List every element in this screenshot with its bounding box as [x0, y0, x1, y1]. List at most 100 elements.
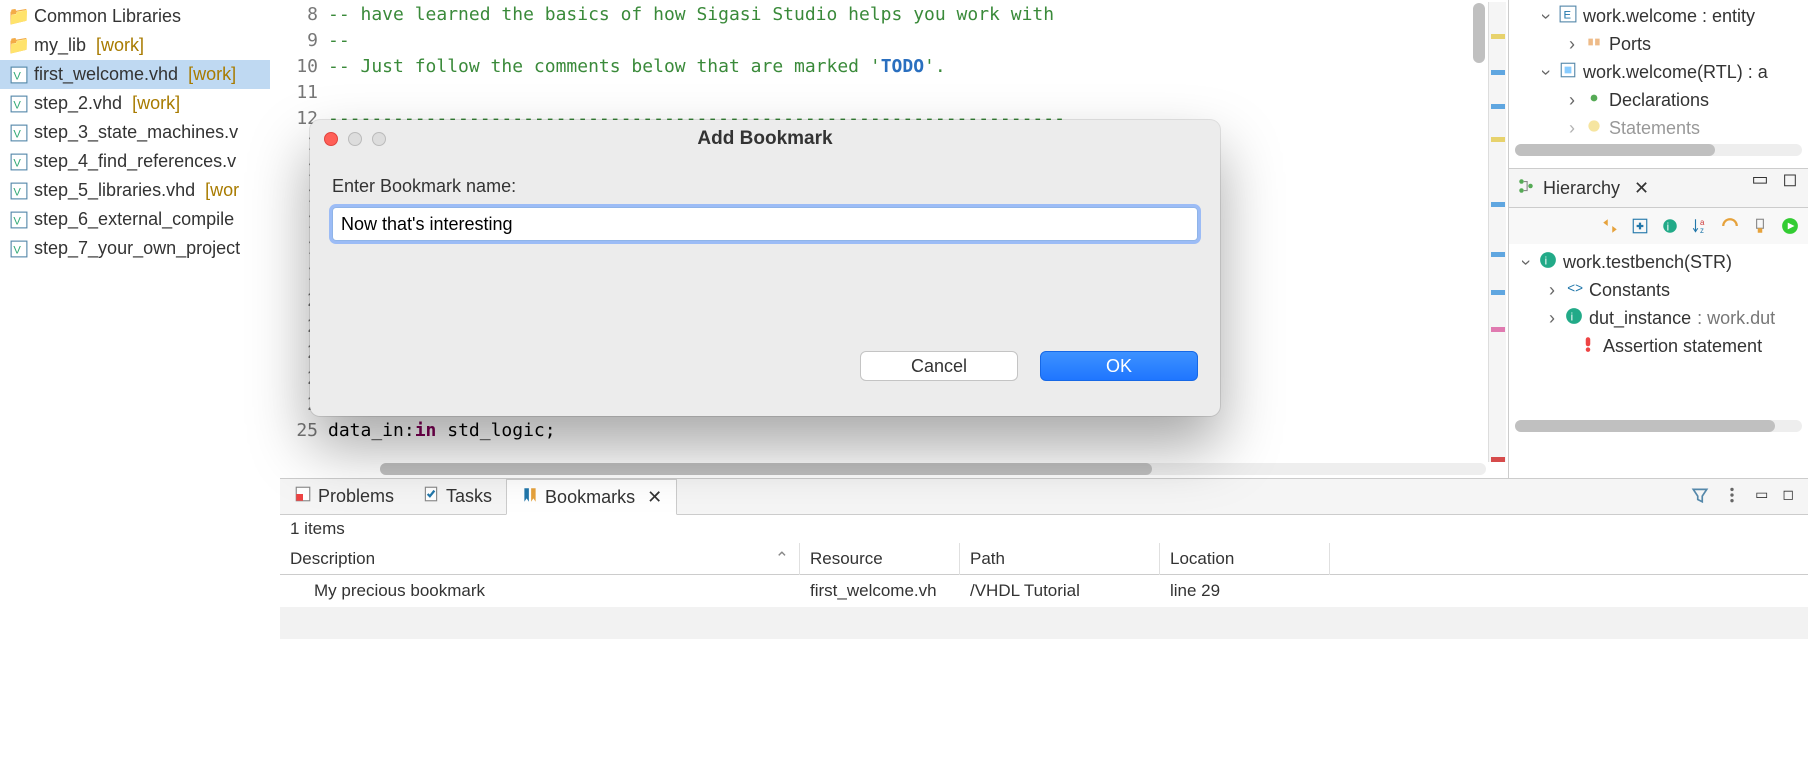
- bookmark-path: /VHDL Tutorial: [960, 581, 1160, 601]
- minimize-icon[interactable]: ▭: [1750, 169, 1770, 189]
- explorer-item-step-3[interactable]: V step_3_state_machines.v: [0, 118, 270, 147]
- tab-label: Tasks: [446, 486, 492, 507]
- column-path[interactable]: Path: [960, 543, 1160, 575]
- editor-overview-ruler[interactable]: [1488, 2, 1506, 462]
- library-tag: [wor: [205, 180, 239, 201]
- hierarchy-label: work.testbench(STR): [1563, 252, 1732, 273]
- outline-declarations[interactable]: Declarations: [1509, 86, 1808, 114]
- maximize-icon[interactable]: ◻: [1780, 169, 1800, 189]
- bookmark-location: line 29: [1160, 581, 1330, 601]
- hierarchy-constants[interactable]: <> Constants: [1509, 276, 1808, 304]
- chevron-down-icon[interactable]: [1539, 6, 1553, 27]
- close-view-icon[interactable]: ✕: [1634, 178, 1649, 199]
- maximize-icon[interactable]: ◻: [1782, 486, 1794, 507]
- explorer-item-my-lib[interactable]: 📁 my_lib [work]: [0, 31, 270, 60]
- editor-vertical-scrollbar[interactable]: [1473, 3, 1485, 63]
- svg-text:V: V: [13, 70, 21, 82]
- cancel-button[interactable]: Cancel: [860, 351, 1018, 381]
- svg-text:i: i: [1667, 222, 1670, 234]
- editor-horizontal-scrollbar[interactable]: [380, 463, 1486, 475]
- filter-icon[interactable]: [1691, 486, 1709, 507]
- run-icon[interactable]: [1780, 216, 1800, 236]
- svg-text:<>: <>: [1567, 280, 1583, 295]
- instance-icon: i: [1565, 307, 1583, 330]
- column-description[interactable]: Description⌃: [280, 543, 800, 575]
- explorer-item-label: step_3_state_machines.v: [34, 122, 238, 143]
- explorer-item-common-libraries[interactable]: 📁 Common Libraries: [0, 2, 270, 31]
- hierarchy-testbench[interactable]: i work.testbench(STR): [1509, 248, 1808, 276]
- folder-icon: 📁: [10, 8, 28, 26]
- explorer-item-step-7[interactable]: V step_7_your_own_project: [0, 234, 270, 263]
- bookmark-name-input[interactable]: [332, 207, 1198, 241]
- svg-text:V: V: [13, 128, 21, 140]
- statements-icon: [1585, 117, 1603, 140]
- close-tab-icon[interactable]: ✕: [647, 487, 662, 508]
- outline-label: Ports: [1609, 34, 1651, 55]
- minimize-icon[interactable]: ▭: [1755, 486, 1768, 507]
- library-tag: [work]: [188, 64, 236, 85]
- chevron-right-icon[interactable]: [1565, 118, 1579, 139]
- explorer-item-label: my_lib: [34, 35, 86, 56]
- explorer-item-label: step_5_libraries.vhd: [34, 180, 195, 201]
- tab-bookmarks[interactable]: Bookmarks ✕: [506, 479, 677, 515]
- outline-horizontal-scrollbar[interactable]: [1515, 144, 1802, 156]
- outline-label: Statements: [1609, 118, 1700, 139]
- toggle-icon[interactable]: [1720, 216, 1740, 236]
- outline-statements[interactable]: Statements: [1509, 114, 1808, 142]
- add-icon[interactable]: [1630, 216, 1650, 236]
- hierarchy-toolbar: i az: [1509, 208, 1808, 244]
- chevron-right-icon[interactable]: [1565, 34, 1579, 55]
- explorer-item-label: first_welcome.vhd: [34, 64, 178, 85]
- filter-icon[interactable]: [1750, 216, 1770, 236]
- bottom-tabs: Problems Tasks Bookmarks ✕ ▭ ◻: [280, 479, 1808, 515]
- explorer-item-step-2[interactable]: V step_2.vhd [work]: [0, 89, 270, 118]
- explorer-item-first-welcome[interactable]: V first_welcome.vhd [work]: [0, 60, 270, 89]
- bookmarks-icon: [521, 486, 539, 509]
- close-window-icon[interactable]: [324, 132, 338, 146]
- svg-text:V: V: [13, 99, 21, 111]
- svg-text:z: z: [1700, 226, 1704, 235]
- bookmark-resource: first_welcome.vh: [800, 581, 960, 601]
- hierarchy-horizontal-scrollbar[interactable]: [1515, 420, 1802, 432]
- tab-label: Bookmarks: [545, 487, 635, 508]
- architecture-icon: [1559, 61, 1577, 84]
- chevron-down-icon[interactable]: [1519, 252, 1533, 273]
- outline-label: Declarations: [1609, 90, 1709, 111]
- library-tag: [work]: [132, 93, 180, 114]
- vhdl-file-icon: V: [10, 66, 28, 84]
- explorer-item-step-6[interactable]: V step_6_external_compile: [0, 205, 270, 234]
- refresh-icon[interactable]: i: [1660, 216, 1680, 236]
- hierarchy-view-header: Hierarchy ✕ ▭ ◻: [1509, 168, 1808, 208]
- explorer-item-step-5[interactable]: V step_5_libraries.vhd [wor: [0, 176, 270, 205]
- ports-icon: [1585, 33, 1603, 56]
- link-with-editor-icon[interactable]: [1600, 216, 1620, 236]
- outline-entity[interactable]: E work.welcome : entity: [1509, 2, 1808, 30]
- chevron-right-icon[interactable]: [1565, 90, 1579, 111]
- outline-label: work.welcome(RTL) : a: [1583, 62, 1768, 83]
- outline-ports[interactable]: Ports: [1509, 30, 1808, 58]
- explorer-item-label: step_2.vhd: [34, 93, 122, 114]
- bottom-panel: Problems Tasks Bookmarks ✕ ▭ ◻ 1 items D…: [280, 478, 1808, 698]
- column-resource[interactable]: Resource: [800, 543, 960, 575]
- hierarchy-assertion[interactable]: Assertion statement: [1509, 332, 1808, 360]
- explorer-item-label: step_6_external_compile: [34, 209, 234, 230]
- right-sidebar: E work.welcome : entity Ports work.welco…: [1508, 0, 1808, 478]
- column-location[interactable]: Location: [1160, 543, 1330, 575]
- sort-icon[interactable]: az: [1690, 216, 1710, 236]
- chevron-right-icon[interactable]: [1545, 280, 1559, 301]
- bookmark-row[interactable]: My precious bookmark first_welcome.vh /V…: [280, 575, 1808, 607]
- folder-icon: 📁: [10, 37, 28, 55]
- outline-architecture[interactable]: work.welcome(RTL) : a: [1509, 58, 1808, 86]
- explorer-item-step-4[interactable]: V step_4_find_references.v: [0, 147, 270, 176]
- tab-problems[interactable]: Problems: [280, 479, 408, 515]
- tab-tasks[interactable]: Tasks: [408, 479, 506, 515]
- dialog-titlebar[interactable]: Add Bookmark: [310, 120, 1220, 158]
- library-tag: [work]: [96, 35, 144, 56]
- chevron-right-icon[interactable]: [1545, 308, 1559, 329]
- explorer-item-label: step_7_your_own_project: [34, 238, 240, 259]
- view-menu-icon[interactable]: [1723, 486, 1741, 507]
- architecture-icon: i: [1539, 251, 1557, 274]
- hierarchy-dut-instance[interactable]: i dut_instance : work.dut: [1509, 304, 1808, 332]
- ok-button[interactable]: OK: [1040, 351, 1198, 381]
- chevron-down-icon[interactable]: [1539, 62, 1553, 83]
